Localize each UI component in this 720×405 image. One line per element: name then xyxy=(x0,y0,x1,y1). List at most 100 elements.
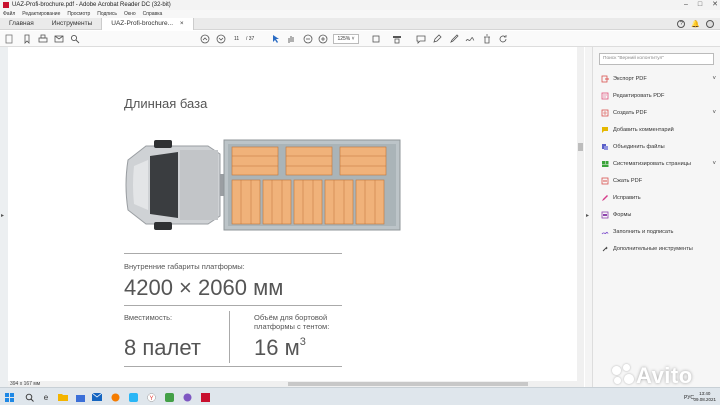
redact-icon xyxy=(602,195,608,201)
pencil-icon[interactable] xyxy=(432,34,442,44)
account-icon[interactable] xyxy=(706,20,714,28)
zoom-out-icon[interactable] xyxy=(303,34,313,44)
tool-more-tools[interactable]: Дополнительные инструменты xyxy=(601,244,716,254)
search-icon[interactable] xyxy=(70,34,80,44)
tool-fill-sign-label: Заполнить и подписать xyxy=(613,229,674,235)
tool-create-pdf[interactable]: Создать PDF ˅ xyxy=(601,108,716,118)
fill-sign-icon xyxy=(601,231,609,235)
divider-2 xyxy=(124,305,342,306)
tool-export-pdf[interactable]: Экспорт PDF ˅ xyxy=(601,74,716,84)
tab-document[interactable]: UAZ-Profi-brochure... × xyxy=(101,17,194,30)
print-icon[interactable] xyxy=(38,34,48,44)
edge-icon[interactable]: e xyxy=(41,392,51,402)
clock[interactable]: 13:40 09.08.2021 xyxy=(693,391,716,403)
tool-add-comment-label: Добавить комментарий xyxy=(613,127,674,133)
edit-pdf-icon xyxy=(601,92,609,100)
page-number-input[interactable]: 11 xyxy=(234,34,239,44)
page-up-icon[interactable] xyxy=(200,34,210,44)
highlight-icon[interactable] xyxy=(449,34,459,44)
tool-organize-pages-label: Систематизировать страницы xyxy=(613,161,691,167)
app-icon-green[interactable] xyxy=(164,392,174,402)
comment-icon[interactable] xyxy=(416,34,426,44)
tool-combine-files[interactable]: Объединить файлы xyxy=(601,142,716,152)
mail-icon[interactable] xyxy=(92,392,102,402)
tab-close-icon[interactable]: × xyxy=(180,20,184,27)
chevron-down-icon[interactable]: ˅ xyxy=(712,76,716,82)
scroll-mode-icon[interactable] xyxy=(392,34,402,44)
tool-edit-pdf[interactable]: Редактировать PDF xyxy=(601,91,716,101)
window-title: UAZ-Profi-brochure.pdf - Adobe Acrobat R… xyxy=(12,2,171,8)
page-heading: Длинная база xyxy=(124,96,208,111)
yandex-browser-icon[interactable]: Y xyxy=(146,392,156,402)
acrobat-icon[interactable] xyxy=(200,392,210,402)
tool-forms[interactable]: Формы xyxy=(601,210,716,220)
tool-edit-pdf-label: Редактировать PDF xyxy=(613,93,665,99)
chevron-right-icon: ▸ xyxy=(586,213,590,219)
tool-organize-pages[interactable]: Систематизировать страницы ˅ xyxy=(601,159,716,169)
sign-icon[interactable] xyxy=(465,34,475,44)
fit-page-icon[interactable] xyxy=(371,34,381,44)
compress-pdf-icon xyxy=(601,177,609,185)
create-icon[interactable] xyxy=(4,34,14,44)
cursor-icon[interactable] xyxy=(270,34,280,44)
viber-icon[interactable] xyxy=(182,392,192,402)
tool-combine-files-label: Объединить файлы xyxy=(613,144,665,150)
store-icon[interactable] xyxy=(75,392,85,402)
app-icon-blue[interactable] xyxy=(128,392,138,402)
tool-redact[interactable]: Исправить xyxy=(601,193,716,203)
minimize-button[interactable]: – xyxy=(684,0,688,10)
maximize-button[interactable]: □ xyxy=(698,0,702,10)
close-window-button[interactable]: ✕ xyxy=(712,0,718,10)
avito-wordmark: Avito xyxy=(636,363,693,388)
right-panel-toggle[interactable]: ▸ xyxy=(585,47,592,387)
bell-icon[interactable]: 🔔 xyxy=(691,20,700,28)
horizontal-scroll-thumb[interactable] xyxy=(288,382,528,386)
clock-date: 09.08.2021 xyxy=(693,397,716,402)
vertical-scroll-thumb[interactable] xyxy=(578,143,583,151)
start-icon[interactable] xyxy=(4,392,14,402)
tool-compress-pdf[interactable]: Сжать PDF xyxy=(601,176,716,186)
left-panel-toggle[interactable]: ▸ xyxy=(0,47,8,387)
truck-illustration xyxy=(125,139,401,231)
tab-home[interactable]: Главная xyxy=(0,18,43,30)
svg-text:Y: Y xyxy=(149,396,153,402)
vertical-scrollbar[interactable] xyxy=(577,47,584,387)
combine-files-icon xyxy=(602,144,608,150)
rotate-icon[interactable] xyxy=(498,34,508,44)
zoom-value: 125% xyxy=(337,36,351,42)
tools-search-input[interactable]: Поиск "Верний колонтитул" xyxy=(599,53,714,65)
folder-icon[interactable] xyxy=(58,392,68,402)
volume-superscript: 3 xyxy=(299,336,306,348)
page-total: / 37 xyxy=(246,36,255,42)
divider-3 xyxy=(124,366,342,367)
app-icon-orange[interactable] xyxy=(110,392,120,402)
hand-icon[interactable] xyxy=(286,34,296,44)
tab-tools[interactable]: Инструменты xyxy=(43,18,102,30)
delete-icon[interactable] xyxy=(482,34,492,44)
help-icon[interactable]: ? xyxy=(677,20,686,28)
bookmark-icon[interactable] xyxy=(22,34,32,44)
chevron-down-icon[interactable]: ˅ xyxy=(712,110,716,116)
search-icon[interactable] xyxy=(24,392,34,402)
tool-compress-pdf-label: Сжать PDF xyxy=(613,178,643,184)
tool-forms-label: Формы xyxy=(613,212,632,218)
tab-document-label: UAZ-Profi-brochure... xyxy=(111,19,174,27)
tool-more-tools-label: Дополнительные инструменты xyxy=(613,246,693,252)
tool-create-pdf-label: Создать PDF xyxy=(613,110,647,116)
tool-fill-sign[interactable]: Заполнить и подписать xyxy=(601,227,716,237)
zoom-in-icon[interactable] xyxy=(318,34,328,44)
tool-export-pdf-label: Экспорт PDF xyxy=(613,76,647,82)
title-bar: UAZ-Profi-brochure.pdf - Adobe Acrobat R… xyxy=(0,0,720,10)
toolbar: 11 / 37 125% ˅ xyxy=(0,31,720,47)
divider-1 xyxy=(124,253,342,254)
capacity-value: 8 палет xyxy=(124,335,201,360)
chevron-down-icon[interactable]: ˅ xyxy=(712,161,716,167)
volume-number: 16 м xyxy=(254,335,300,360)
tab-bar: Главная Инструменты UAZ-Profi-brochure..… xyxy=(0,17,720,30)
tool-add-comment[interactable]: Добавить комментарий xyxy=(601,125,716,135)
volume-value: 16 м3 xyxy=(254,335,306,361)
email-icon[interactable] xyxy=(54,34,64,44)
page-down-icon[interactable] xyxy=(216,34,226,44)
zoom-select[interactable]: 125% ˅ xyxy=(333,34,359,44)
window-controls: – □ ✕ xyxy=(684,0,718,10)
